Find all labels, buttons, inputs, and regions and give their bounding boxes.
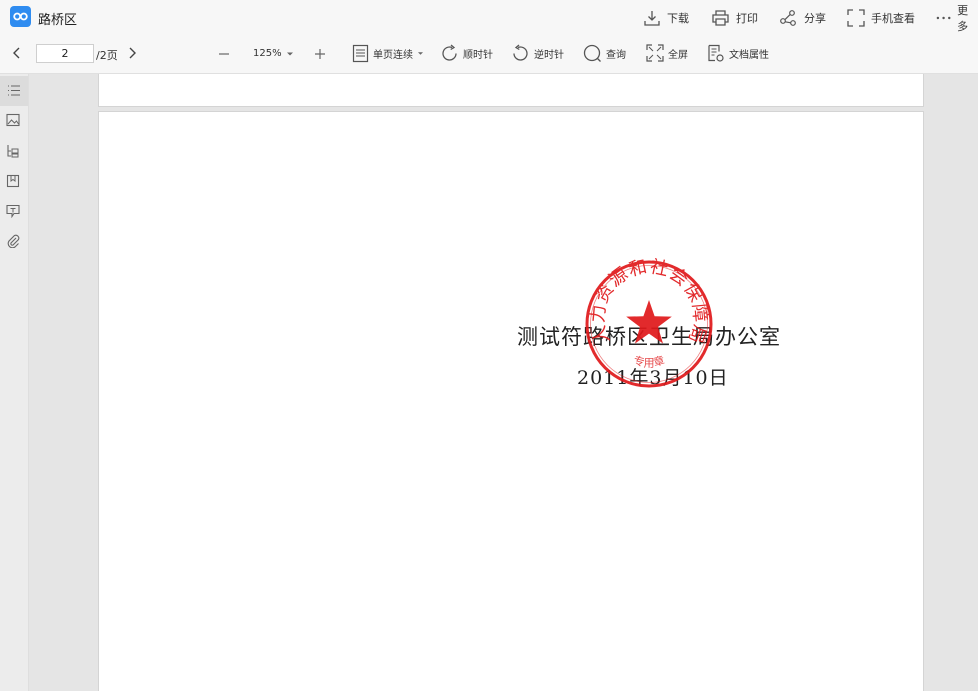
document-properties-icon bbox=[708, 44, 724, 62]
seal-star-icon bbox=[626, 300, 672, 344]
title-bar: 路桥区 下载 打印 分享 手机查看 更多 bbox=[0, 0, 978, 36]
print-label: 打印 bbox=[736, 12, 758, 25]
sidebar-item-attachments[interactable] bbox=[6, 233, 22, 249]
outline-list-icon bbox=[8, 85, 20, 96]
zoom-out-button[interactable] bbox=[218, 48, 230, 60]
next-page-button[interactable] bbox=[127, 46, 137, 60]
zoom-select[interactable]: 125% bbox=[253, 48, 294, 59]
official-seal-stamp: 人力资源和社会保障局 专用章 bbox=[585, 258, 713, 388]
fullscreen-icon bbox=[646, 44, 664, 62]
caret-down-icon bbox=[418, 52, 423, 55]
mobile-view-button[interactable]: 手机查看 bbox=[847, 6, 915, 30]
fullscreen-label: 全屏 bbox=[668, 49, 688, 61]
page-number-input[interactable] bbox=[36, 44, 94, 63]
previous-page-button[interactable] bbox=[12, 46, 22, 60]
document-properties-label: 文档属性 bbox=[729, 50, 769, 61]
app-logo-icon bbox=[10, 6, 31, 27]
document-page-1 bbox=[98, 74, 924, 107]
comment-icon bbox=[6, 204, 20, 219]
search-icon bbox=[583, 44, 601, 62]
share-button[interactable]: 分享 bbox=[779, 6, 826, 30]
print-button[interactable]: 打印 bbox=[711, 6, 758, 30]
svg-text:专用章: 专用章 bbox=[632, 353, 666, 369]
scan-frame-icon bbox=[847, 9, 865, 27]
page-total: /2页 bbox=[96, 49, 118, 62]
fullscreen-button[interactable]: 全屏 bbox=[646, 44, 688, 62]
search-button[interactable]: 查询 bbox=[583, 44, 626, 63]
chevron-right-icon bbox=[129, 47, 136, 59]
zoom-value: 125% bbox=[253, 48, 282, 59]
bookmark-icon bbox=[6, 174, 20, 188]
sidebar-item-comments[interactable] bbox=[6, 203, 22, 219]
left-sidebar bbox=[0, 74, 29, 691]
search-label: 查询 bbox=[606, 50, 626, 61]
download-icon bbox=[644, 11, 660, 26]
sidebar-item-outline[interactable] bbox=[0, 76, 28, 106]
document-properties-button[interactable]: 文档属性 bbox=[707, 44, 769, 63]
view-mode-select[interactable]: 单页连续 bbox=[352, 44, 424, 63]
rotate-counterclockwise-button[interactable]: 逆时针 bbox=[511, 44, 564, 63]
share-label: 分享 bbox=[804, 12, 826, 25]
view-mode-label: 单页连续 bbox=[373, 50, 413, 61]
more-label: 更多 bbox=[957, 4, 969, 33]
document-page-2: 测试符路桥区卫生局办公室 2011年3月10日 人力资源和社会保障局 专用章 bbox=[98, 111, 924, 691]
chevron-left-icon bbox=[13, 47, 20, 59]
rotate-counterclockwise-label: 逆时针 bbox=[534, 50, 564, 61]
sidebar-item-structure[interactable] bbox=[6, 143, 22, 159]
toolbar: /2页 125% 单页连续 顺时针 逆时针 bbox=[0, 36, 978, 74]
download-button[interactable]: 下载 bbox=[643, 6, 689, 30]
more-button[interactable]: 更多 bbox=[936, 4, 978, 33]
seal-bottom-text: 专用章 bbox=[632, 353, 666, 369]
sidebar-item-thumbnails[interactable] bbox=[6, 112, 22, 128]
mobile-view-label: 手机查看 bbox=[871, 12, 915, 25]
page-layout-icon bbox=[352, 44, 369, 63]
document-title: 路桥区 bbox=[38, 13, 78, 28]
rotate-counterclockwise-icon bbox=[513, 44, 528, 61]
caret-down-icon bbox=[286, 52, 293, 55]
attachment-icon bbox=[7, 234, 20, 249]
rotate-clockwise-icon bbox=[442, 44, 457, 61]
document-viewer[interactable]: 测试符路桥区卫生局办公室 2011年3月10日 人力资源和社会保障局 专用章 bbox=[29, 74, 978, 691]
rotate-clockwise-button[interactable]: 顺时针 bbox=[440, 44, 493, 63]
zoom-in-button[interactable] bbox=[314, 48, 326, 60]
sidebar-item-bookmarks[interactable] bbox=[6, 173, 22, 189]
structure-tree-icon bbox=[7, 145, 19, 158]
more-dots-icon bbox=[936, 16, 951, 20]
rotate-clockwise-label: 顺时针 bbox=[463, 50, 493, 61]
download-label: 下载 bbox=[667, 12, 689, 25]
minus-icon bbox=[219, 53, 229, 55]
thumbnail-image-icon bbox=[6, 113, 20, 127]
plus-icon bbox=[315, 49, 325, 59]
print-icon bbox=[712, 10, 729, 26]
share-icon bbox=[780, 10, 796, 26]
